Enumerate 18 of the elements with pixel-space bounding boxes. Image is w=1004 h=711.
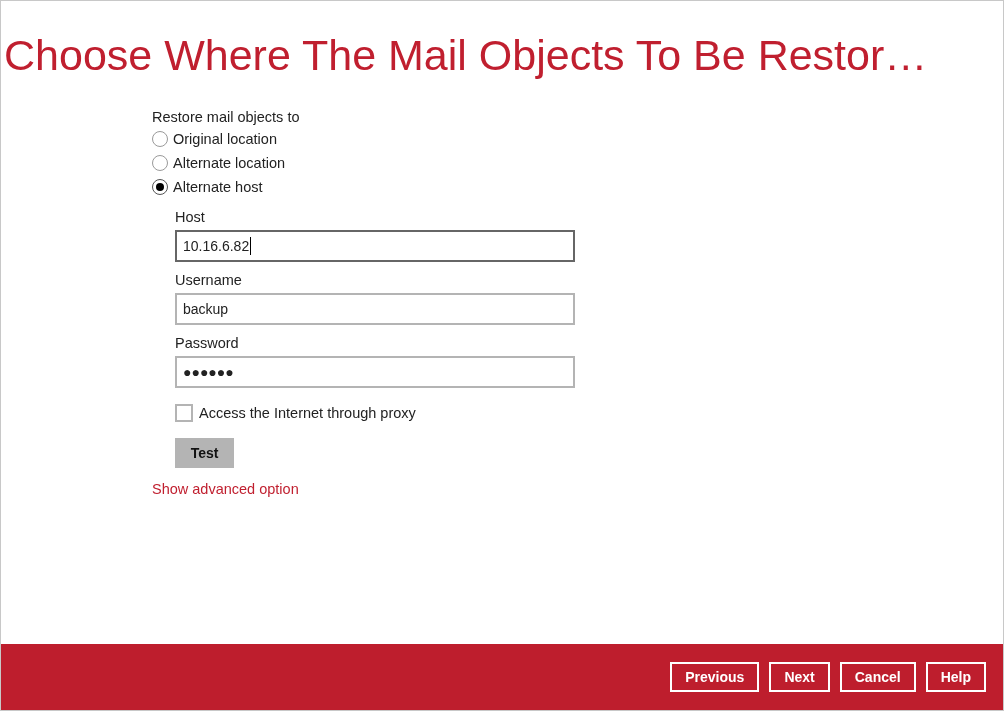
radio-option[interactable]: Alternate location [152,151,286,175]
test-button[interactable]: Test [175,438,234,468]
input-field[interactable]: 10.16.6.82 [175,230,575,262]
footer-button[interactable]: Next [769,662,830,692]
field-label: Password [175,334,239,353]
restore-label: Restore mail objects to [152,108,300,127]
radio-option[interactable]: Alternate host [152,175,263,199]
field-label: Username [175,271,242,290]
field-label: Host [175,208,205,227]
radio-option[interactable]: Original location [152,127,277,151]
page-title: Choose Where The Mail Objects To Be Restor… [4,30,928,81]
footer-button[interactable]: Cancel [839,662,916,692]
footer-button[interactable]: Previous [670,662,760,692]
footer-button[interactable]: Help [925,662,986,692]
input-field[interactable]: ●●●●●● [175,356,575,388]
proxy-checkbox[interactable]: Access the Internet through proxy [175,404,416,422]
advanced-option-link[interactable]: Show advanced option [152,479,299,499]
input-field[interactable]: backup [175,293,575,325]
